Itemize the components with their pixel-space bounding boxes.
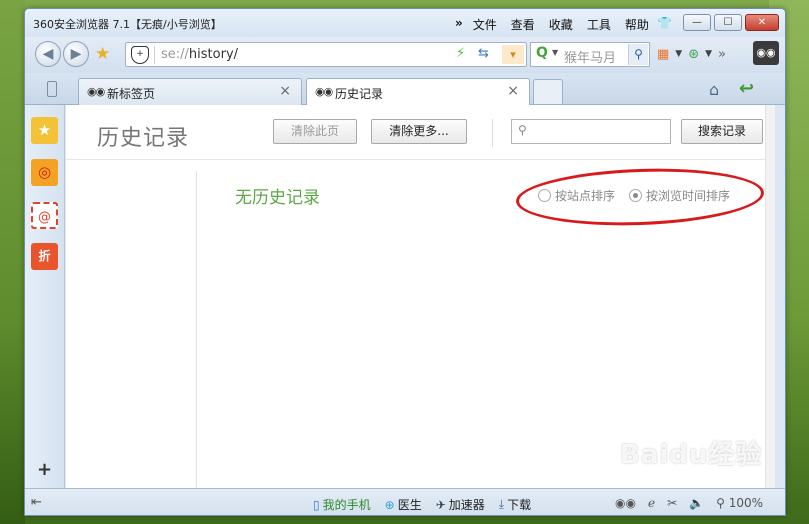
doctor-item[interactable]: ⊕ 医生: [385, 496, 422, 513]
sidebar-add-icon[interactable]: +: [37, 459, 52, 480]
sidebar: ★ ◎ @ 折 +: [25, 105, 65, 488]
page-scrollbar[interactable]: [765, 105, 775, 488]
favorite-star-icon[interactable]: ★: [95, 44, 110, 64]
download-label: 下载: [507, 498, 532, 512]
address-bar[interactable]: + se://history/ ⚡ ⇆ ▾: [125, 42, 527, 67]
exit-sidebar-icon[interactable]: ⇤: [31, 495, 42, 510]
page-title: 历史记录: [97, 126, 190, 151]
toolbar-divider: [492, 119, 493, 147]
doctor-icon: ⊕: [384, 497, 395, 512]
status-items: ▯ 我的手机 ⊕ 医生 ✈ 加速器 ⤓ 下载: [313, 496, 531, 513]
search-icon: ⚲: [518, 123, 527, 137]
safety-guard-icon[interactable]: ⊛: [688, 47, 699, 62]
accelerator-icon: ✈: [435, 497, 446, 512]
zoom-level[interactable]: ⚲ 100%: [716, 496, 763, 510]
zoom-value: 100%: [728, 496, 763, 510]
menu-favorites[interactable]: 收藏: [549, 16, 573, 33]
back-button[interactable]: ◀: [35, 41, 61, 67]
baidu-watermark: Baidu经验: [620, 440, 763, 470]
tab-close-icon[interactable]: ×: [279, 83, 291, 99]
skin-icon[interactable]: 👕: [657, 16, 672, 30]
close-button[interactable]: ✕: [745, 14, 779, 31]
red-annotation-circle: [515, 164, 765, 230]
history-page: 历史记录 清除此页 清除更多... ⚲ 搜索记录 无历史记录 按站点排序 按浏览…: [66, 105, 775, 488]
doctor-label: 医生: [397, 498, 422, 512]
compat-mode-icon[interactable]: ⇆: [478, 46, 489, 61]
download-icon: ⤓: [498, 497, 505, 511]
search-box[interactable]: Q ▼ 猴年马月 ⚲: [530, 42, 650, 67]
apps-dropdown-icon[interactable]: ▼: [675, 49, 682, 62]
empty-history-message: 无历史记录: [235, 188, 320, 208]
header-divider: [66, 159, 775, 160]
clear-page-button[interactable]: 清除此页: [273, 119, 357, 144]
search-engine-icon[interactable]: Q: [536, 45, 548, 61]
menu-bar: » 文件 查看 收藏 工具 帮助: [455, 16, 663, 33]
speed-mode-icon[interactable]: ⚡: [456, 46, 465, 61]
forward-button[interactable]: ▶: [63, 41, 89, 67]
safety-dropdown-icon[interactable]: ▼: [705, 49, 712, 62]
window-controls: — ☐ ✕: [683, 14, 779, 31]
tab-history[interactable]: ◉◉ 历史记录 ×: [306, 78, 530, 106]
screenshot-icon[interactable]: ✂: [667, 496, 677, 510]
address-url[interactable]: se://history/: [161, 47, 238, 62]
my-phone-label: 我的手机: [322, 498, 371, 512]
sidebar-favorites-icon[interactable]: ★: [31, 117, 58, 144]
menu-tools[interactable]: 工具: [587, 16, 611, 33]
minimize-button[interactable]: —: [683, 14, 711, 31]
search-history-button[interactable]: 搜索记录: [681, 119, 763, 144]
desktop-background-left: [0, 0, 25, 524]
status-bar: ⇤ ▯ 我的手机 ⊕ 医生 ✈ 加速器 ⤓ 下载 ◉◉ ℯ ✂ 🔈 ⚲ 100%: [25, 488, 785, 515]
search-engine-dropdown-icon[interactable]: ▼: [552, 48, 558, 57]
menu-overflow-icon[interactable]: »: [455, 16, 463, 33]
clear-more-button[interactable]: 清除更多...: [371, 119, 467, 144]
undo-close-tab-icon[interactable]: ↩: [739, 78, 754, 99]
toolbar-icons: ▦ ▼ ⊛ ▼ »: [657, 47, 726, 62]
address-dropdown-icon[interactable]: ▾: [502, 45, 524, 64]
tab-bar: ◉◉ 新标签页 × ◉◉ 历史记录 × ⌂ ↩: [25, 73, 785, 106]
volume-icon[interactable]: 🔈: [689, 496, 704, 510]
sidebar-discount-icon[interactable]: 折: [31, 243, 58, 270]
sidebar-mail-icon[interactable]: @: [31, 202, 58, 229]
menu-file[interactable]: 文件: [473, 16, 497, 33]
search-placeholder: 猴年马月: [564, 51, 617, 66]
tab-close-icon[interactable]: ×: [507, 83, 519, 99]
navigation-bar: ◀ ▶ ★ + se://history/ ⚡ ⇆ ▾ Q ▼ 猴年马月 ⚲ ▦…: [25, 37, 785, 73]
phone-icon[interactable]: [47, 81, 57, 97]
accelerator-item[interactable]: ✈ 加速器: [436, 496, 485, 513]
tab-label: 新标签页: [107, 87, 156, 101]
incognito-status-icon[interactable]: ◉◉: [615, 496, 636, 510]
search-go-icon[interactable]: ⚲: [628, 44, 648, 65]
address-separator: [154, 46, 155, 64]
ie-mode-icon[interactable]: ℯ: [648, 496, 655, 510]
apps-grid-icon[interactable]: ▦: [657, 47, 669, 62]
mask-tab-icon: ◉◉: [87, 85, 105, 98]
home-icon[interactable]: ⌂: [709, 80, 719, 99]
history-search-input[interactable]: ⚲: [511, 119, 671, 144]
toolbar-overflow-icon[interactable]: »: [718, 47, 726, 62]
status-right-icons: ◉◉ ℯ ✂ 🔈 ⚲ 100%: [615, 496, 763, 510]
tab-new-tab[interactable]: ◉◉ 新标签页 ×: [78, 78, 302, 105]
menu-view[interactable]: 查看: [511, 16, 535, 33]
accelerator-label: 加速器: [448, 498, 485, 512]
date-pane-divider: [196, 171, 197, 488]
menu-help[interactable]: 帮助: [625, 16, 649, 33]
new-tab-button[interactable]: [533, 79, 563, 104]
sidebar-weibo-icon[interactable]: ◎: [31, 159, 58, 186]
security-shield-icon[interactable]: +: [131, 46, 149, 64]
title-bar: 360安全浏览器 7.1【无痕/小号浏览】 » 文件 查看 收藏 工具 帮助 👕…: [25, 9, 785, 37]
mask-tab-icon: ◉◉: [315, 85, 333, 98]
window-title: 360安全浏览器 7.1【无痕/小号浏览】: [33, 18, 222, 31]
download-item[interactable]: ⤓ 下载: [499, 496, 531, 513]
my-phone-item[interactable]: ▯ 我的手机: [313, 496, 371, 513]
tab-label: 历史记录: [335, 87, 384, 101]
maximize-button[interactable]: ☐: [714, 14, 742, 31]
mobile-icon: ▯: [313, 497, 320, 512]
incognito-mask-icon[interactable]: ◉◉: [753, 41, 779, 65]
